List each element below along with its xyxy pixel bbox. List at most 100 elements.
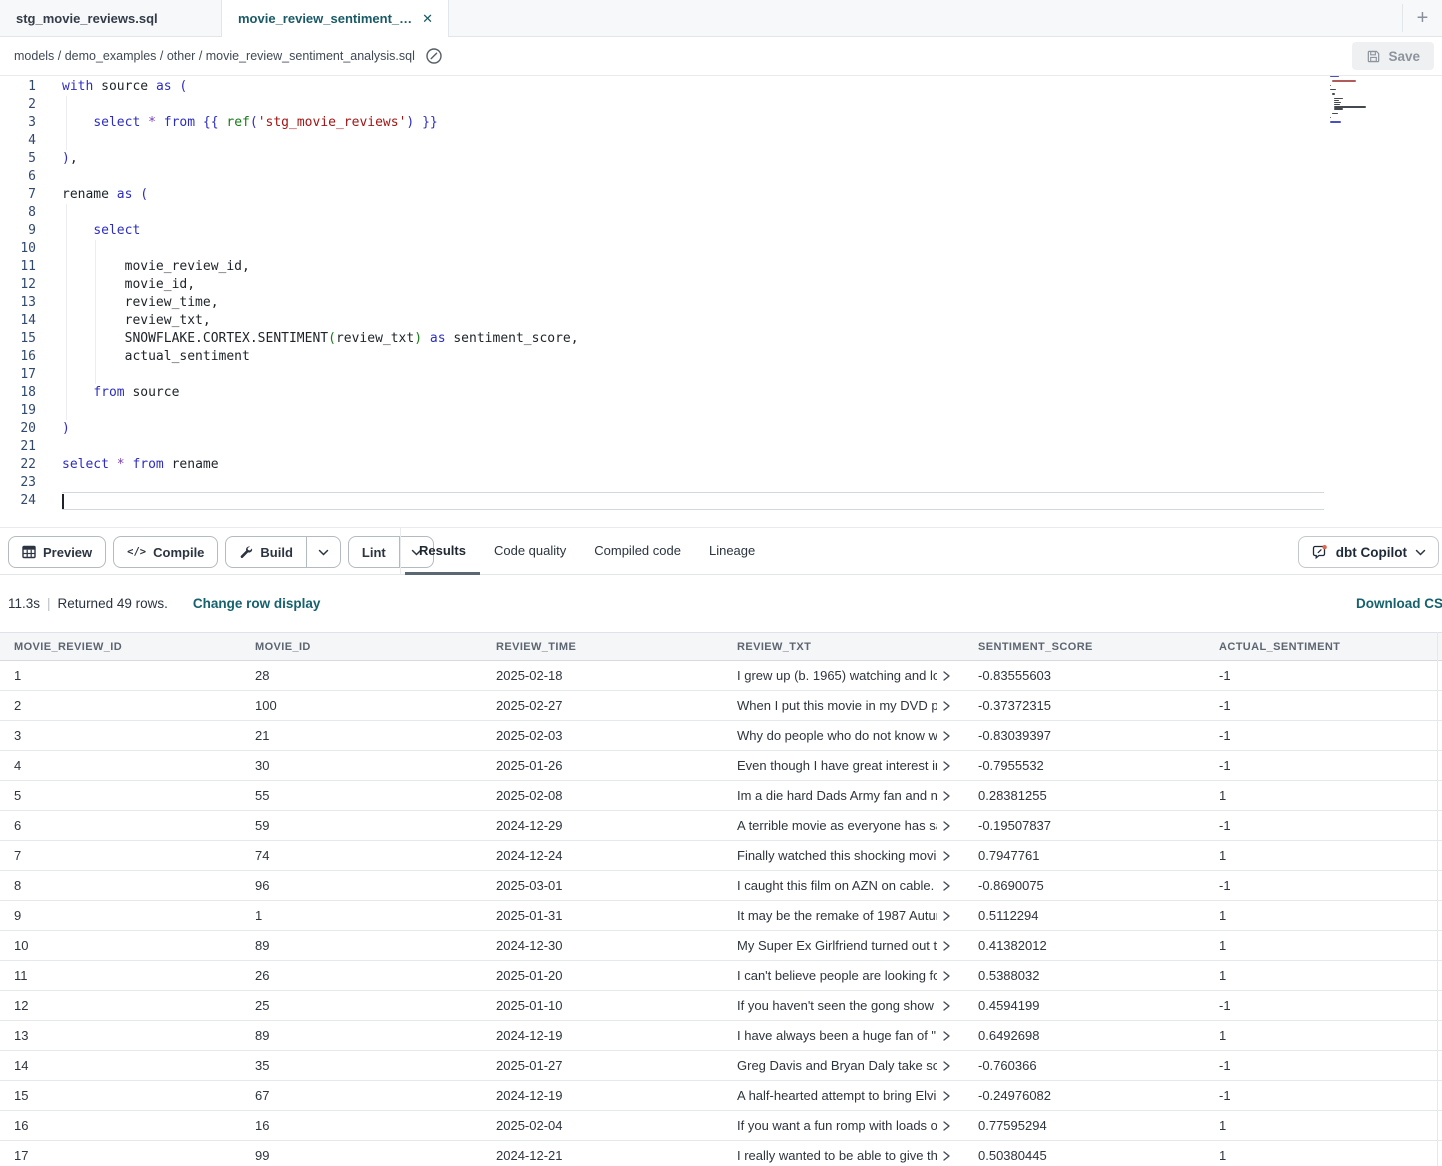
build-dropdown-button[interactable] [306, 537, 340, 567]
review-text: If you want a fun romp with loads of s… [737, 1118, 937, 1133]
code-line[interactable]: 6 [0, 168, 1442, 186]
tab-compiled-code[interactable]: Compiled code [580, 528, 695, 575]
code-editor[interactable]: 1 with source as (23 select * from {{ ref… [0, 76, 1442, 527]
expand-cell-icon[interactable] [941, 730, 952, 742]
close-icon[interactable]: ✕ [422, 11, 433, 27]
save-icon [1366, 49, 1381, 64]
line-text [62, 492, 1324, 510]
lint-button[interactable]: Lint [349, 537, 399, 567]
review_time-cell: 2025-01-31 [482, 901, 723, 930]
movie_id-cell: 26 [241, 961, 482, 990]
review_time-cell: 2025-01-27 [482, 1051, 723, 1080]
actual_sentiment-cell: 1 [1205, 1021, 1442, 1050]
save-label: Save [1388, 49, 1420, 64]
expand-cell-icon[interactable] [941, 1000, 952, 1012]
sentiment_score-cell: -0.8690075 [964, 871, 1205, 900]
line-number: 21 [0, 438, 36, 456]
tab-results[interactable]: Results [405, 528, 480, 575]
new-tab-icon[interactable]: + [1403, 0, 1442, 36]
movie_review_id-cell: 7 [0, 841, 241, 870]
expand-cell-icon[interactable] [941, 820, 952, 832]
compile-button[interactable]: </> Compile [113, 536, 218, 568]
code-line[interactable]: 7 rename as ( [0, 186, 1442, 204]
code-line[interactable]: 17 [0, 366, 1442, 384]
line-number: 24 [0, 492, 36, 510]
table-row: 6592024-12-29A terrible movie as everyon… [0, 811, 1442, 841]
line-number: 7 [0, 186, 36, 204]
expand-cell-icon[interactable] [941, 670, 952, 682]
expand-cell-icon[interactable] [941, 1030, 952, 1042]
tab-bar-spacer [449, 0, 1402, 36]
sentiment_score-cell: -0.37372315 [964, 691, 1205, 720]
code-line[interactable]: 21 [0, 438, 1442, 456]
code-line[interactable]: 13 review_time, [0, 294, 1442, 312]
code-line[interactable]: 20) [0, 420, 1442, 438]
code-line[interactable]: 12 movie_id, [0, 276, 1442, 294]
tab-code-quality[interactable]: Code quality [480, 528, 580, 575]
expand-cell-icon[interactable] [941, 790, 952, 802]
line-number: 19 [0, 402, 36, 420]
review-text: I can't believe people are looking for a… [737, 968, 937, 983]
build-button[interactable]: Build [226, 537, 306, 567]
code-line[interactable]: 2 [0, 96, 1442, 114]
tab-movie-review-sentiment[interactable]: movie_review_sentiment_… ✕ [222, 0, 449, 37]
expand-cell-icon[interactable] [941, 760, 952, 772]
code-line[interactable]: 8 [0, 204, 1442, 222]
expand-cell-icon[interactable] [941, 1090, 952, 1102]
code-line[interactable]: 11 movie_review_id, [0, 258, 1442, 276]
sentiment_score-cell: 0.41382012 [964, 931, 1205, 960]
movie_id-cell: 89 [241, 931, 482, 960]
expand-cell-icon[interactable] [941, 850, 952, 862]
query-time: 11.3s [8, 596, 40, 611]
line-text: actual_sentiment [62, 348, 250, 366]
line-number: 22 [0, 456, 36, 474]
actual_sentiment-cell: 1 [1205, 901, 1442, 930]
review_txt-cell: I grew up (b. 1965) watching and lovin… [723, 661, 964, 690]
code-line[interactable]: 9 select [0, 222, 1442, 240]
change-row-display-link[interactable]: Change row display [193, 596, 321, 611]
code-line[interactable]: 22select * from rename [0, 456, 1442, 474]
expand-cell-icon[interactable] [941, 940, 952, 952]
code-line[interactable]: 19 [0, 402, 1442, 420]
line-number: 1 [0, 78, 36, 96]
code-line[interactable]: 4 [0, 132, 1442, 150]
review_txt-cell: I have always been a huge fan of "Hom… [723, 1021, 964, 1050]
table-row: 3212025-02-03Why do people who do not kn… [0, 721, 1442, 751]
code-line[interactable]: 23 [0, 474, 1442, 492]
code-line[interactable]: 16 actual_sentiment [0, 348, 1442, 366]
file-state-icon[interactable] [425, 47, 443, 65]
dbt-copilot-button[interactable]: dbt Copilot [1298, 536, 1439, 568]
review_time-cell: 2025-02-08 [482, 781, 723, 810]
code-line[interactable]: 18 from source [0, 384, 1442, 402]
result-tabs: Results Code quality Compiled code Linea… [405, 528, 769, 575]
code-line[interactable]: 10 [0, 240, 1442, 258]
line-text: rename as ( [62, 186, 148, 204]
sentiment_score-cell: 0.77595294 [964, 1111, 1205, 1140]
expand-cell-icon[interactable] [941, 1120, 952, 1132]
sentiment_score-cell: 0.7947761 [964, 841, 1205, 870]
code-line[interactable]: 14 review_txt, [0, 312, 1442, 330]
code-line[interactable]: 24 [0, 492, 1442, 510]
save-button[interactable]: Save [1352, 42, 1434, 70]
code-line[interactable]: 3 select * from {{ ref('stg_movie_review… [0, 114, 1442, 132]
review_time-cell: 2025-01-20 [482, 961, 723, 990]
expand-cell-icon[interactable] [941, 970, 952, 982]
preview-button[interactable]: Preview [8, 536, 106, 568]
expand-cell-icon[interactable] [941, 880, 952, 892]
expand-cell-icon[interactable] [941, 700, 952, 712]
code-line[interactable]: 5), [0, 150, 1442, 168]
line-number: 6 [0, 168, 36, 186]
code-line[interactable]: 15 SNOWFLAKE.CORTEX.SENTIMENT(review_txt… [0, 330, 1442, 348]
code-line[interactable]: 1 with source as ( [0, 78, 1442, 96]
line-text: with source as ( [62, 78, 187, 96]
expand-cell-icon[interactable] [941, 1060, 952, 1072]
column-header: ACTUAL_SENTIMENT [1205, 633, 1442, 660]
expand-cell-icon[interactable] [941, 1150, 952, 1162]
table-icon [22, 545, 36, 559]
tab-stg-movie-reviews[interactable]: stg_movie_reviews.sql [0, 0, 222, 36]
breadcrumb[interactable]: models / demo_examples / other / movie_r… [14, 49, 415, 63]
review-text: Im a die hard Dads Army fan and nothi… [737, 788, 937, 803]
tab-lineage[interactable]: Lineage [695, 528, 769, 575]
download-csv-link[interactable]: Download CSV [1356, 596, 1442, 611]
expand-cell-icon[interactable] [941, 910, 952, 922]
